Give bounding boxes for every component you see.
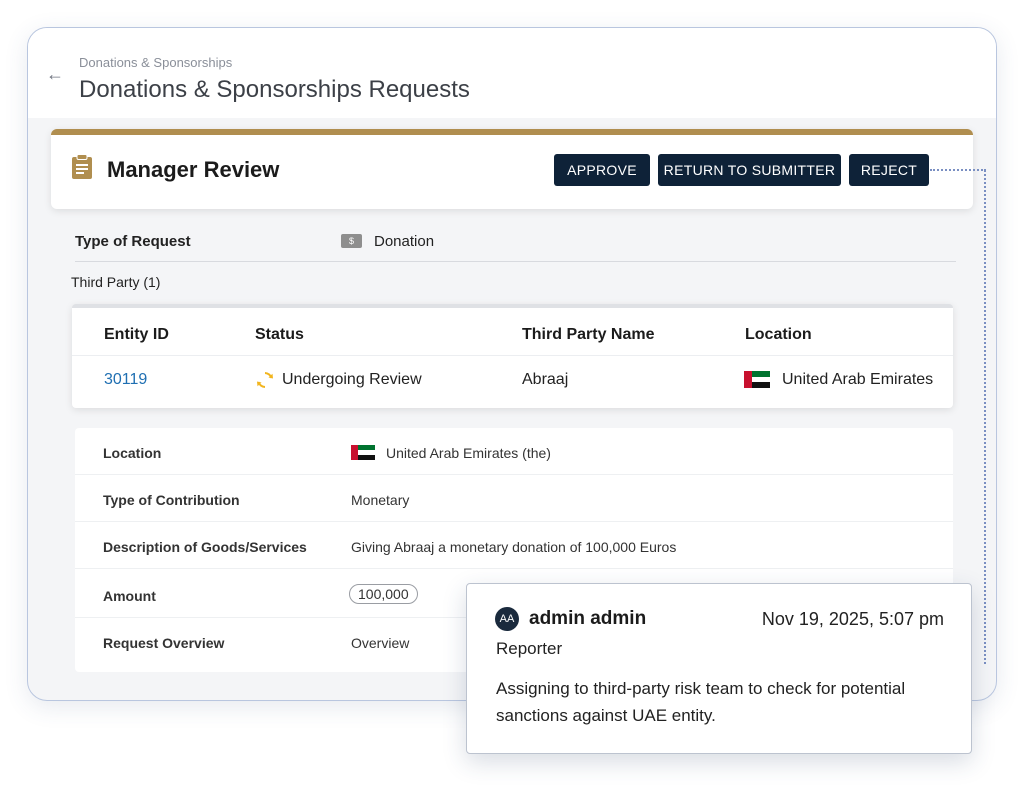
- comment-role: Reporter: [496, 639, 563, 658]
- uae-flag-icon: [351, 445, 375, 460]
- comment-author: admin admin: [529, 608, 647, 629]
- manager-review-card: Manager Review APPROVE RETURN TO SUBMITT…: [51, 129, 973, 209]
- location-text: United Arab Emirates: [782, 371, 934, 388]
- return-to-submitter-button[interactable]: RETURN TO SUBMITTER: [658, 154, 841, 186]
- column-header-third-party-name: Third Party Name: [522, 326, 655, 343]
- detail-value: United Arab Emirates (the): [386, 445, 551, 461]
- breadcrumb[interactable]: Donations & Sponsorships: [79, 55, 232, 70]
- detail-row-location: Location United Arab Emirates (the): [75, 428, 953, 475]
- detail-label: Request Overview: [103, 635, 225, 651]
- uae-flag-icon: [744, 371, 770, 388]
- dollar-icon: $: [341, 234, 362, 248]
- comment-timestamp: Nov 19, 2025, 5:07 pm: [761, 609, 944, 629]
- reject-button[interactable]: REJECT: [849, 154, 929, 186]
- column-header-entity-id: Entity ID: [104, 326, 169, 343]
- third-party-heading: Third Party (1): [71, 274, 161, 290]
- third-party-table: Entity ID Status Third Party Name Locati…: [72, 304, 953, 408]
- detail-row-contribution: Type of Contribution Monetary: [75, 475, 953, 522]
- avatar: AA: [495, 607, 519, 631]
- review-title: Manager Review: [107, 157, 280, 182]
- table-divider: [72, 355, 953, 356]
- comment-body: Assigning to third-party risk team to ch…: [496, 679, 906, 725]
- type-of-request-label: Type of Request: [75, 233, 191, 250]
- connector-line: [930, 169, 986, 171]
- type-of-request-row: Type of Request $ Donation: [75, 230, 956, 262]
- detail-value: Giving Abraaj a monetary donation of 100…: [351, 539, 677, 555]
- type-of-request-value: Donation: [374, 233, 435, 250]
- connector-line: [984, 170, 986, 664]
- detail-value: Overview: [351, 635, 410, 651]
- third-party-name: Abraaj: [522, 371, 569, 388]
- status-text: Undergoing Review: [282, 371, 422, 388]
- page-title: Donations & Sponsorships Requests: [79, 76, 470, 103]
- detail-label: Type of Contribution: [103, 492, 240, 508]
- amount-badge: 100,000: [349, 584, 418, 604]
- page-header: ← Donations & Sponsorships Donations & S…: [28, 28, 996, 118]
- column-header-location: Location: [745, 326, 812, 343]
- sync-icon: [257, 372, 273, 388]
- detail-label: Amount: [103, 588, 156, 604]
- approve-button[interactable]: APPROVE: [554, 154, 650, 186]
- detail-row-description: Description of Goods/Services Giving Abr…: [75, 522, 953, 569]
- detail-value: Monetary: [351, 492, 410, 508]
- detail-label: Location: [103, 445, 162, 461]
- clipboard-icon: [72, 154, 92, 179]
- back-arrow-icon[interactable]: ←: [46, 64, 66, 84]
- comment-card: AA admin admin Nov 19, 2025, 5:07 pm Rep…: [466, 583, 972, 754]
- column-header-status: Status: [255, 326, 304, 343]
- entity-id-link[interactable]: 30119: [104, 371, 147, 389]
- detail-label: Description of Goods/Services: [103, 539, 307, 555]
